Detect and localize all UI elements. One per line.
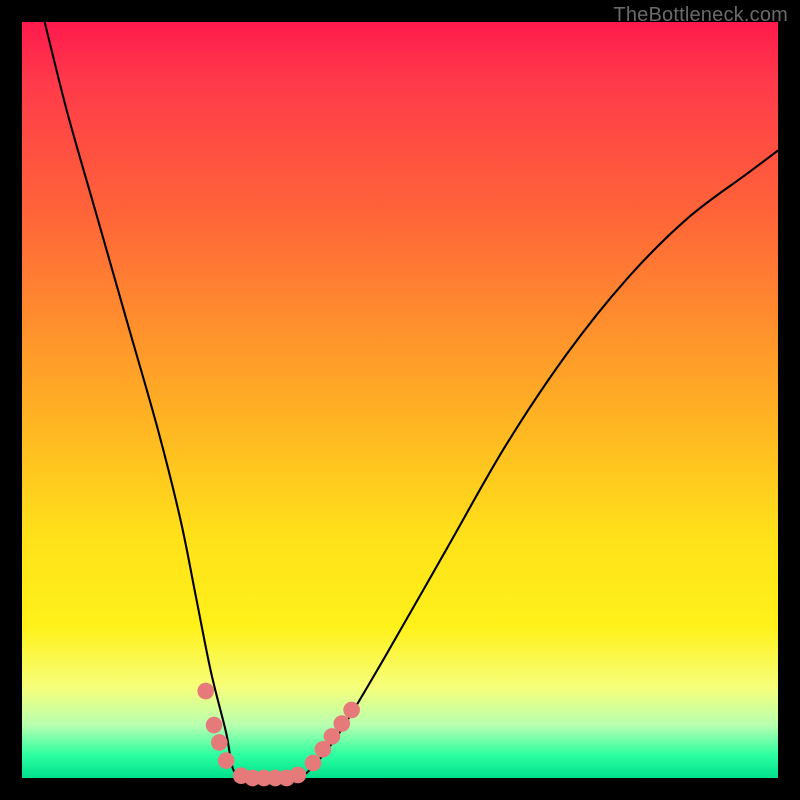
chart-frame: TheBottleneck.com (0, 0, 800, 800)
curve-marker (218, 752, 235, 769)
curve-marker (333, 715, 350, 732)
watermark-text: TheBottleneck.com (613, 4, 788, 27)
curve-markers (197, 683, 360, 787)
curve-marker (197, 683, 214, 700)
curve-marker (206, 717, 223, 734)
curve-marker (305, 755, 322, 772)
curve-marker (290, 767, 307, 784)
curve-layer (22, 22, 778, 778)
bottleneck-curve (45, 22, 778, 779)
curve-marker (211, 734, 228, 751)
curve-marker (343, 702, 360, 719)
